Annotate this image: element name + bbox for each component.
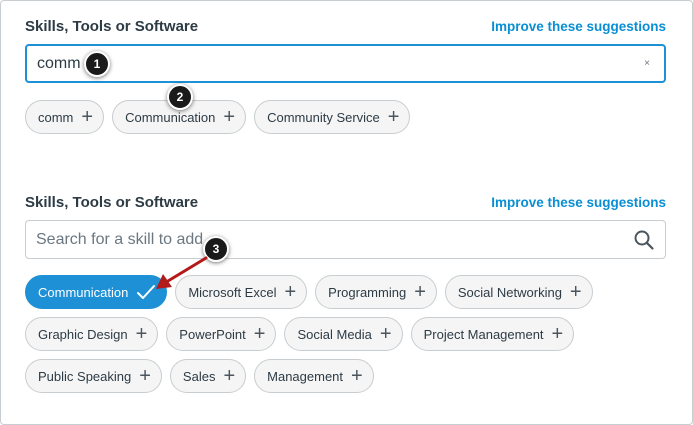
suggestion-chip[interactable]: Microsoft Excel + bbox=[175, 275, 308, 309]
plus-icon: + bbox=[81, 106, 94, 128]
plus-icon: + bbox=[569, 281, 582, 303]
suggestion-chip[interactable]: Public Speaking + bbox=[25, 359, 162, 393]
section-header: Skills, Tools or Software Improve these … bbox=[25, 15, 666, 37]
plus-icon: + bbox=[139, 365, 151, 387]
plus-icon: + bbox=[223, 106, 236, 128]
chip-label: Communication bbox=[125, 109, 216, 125]
plus-icon: + bbox=[223, 365, 236, 387]
improve-suggestions-link[interactable]: Improve these suggestions bbox=[491, 195, 666, 210]
skill-search-input[interactable] bbox=[36, 221, 633, 258]
suggestion-chip[interactable]: Community Service + bbox=[254, 100, 411, 134]
plus-icon: + bbox=[551, 323, 564, 345]
chip-label: Communication bbox=[38, 284, 129, 300]
suggestion-chip[interactable]: comm + bbox=[25, 100, 105, 134]
magnifier-icon[interactable] bbox=[633, 229, 655, 251]
plus-icon: + bbox=[135, 323, 148, 345]
suggestion-chip-list: Communication Microsoft Excel + Programm… bbox=[25, 275, 666, 393]
chip-label: Public Speaking bbox=[38, 368, 132, 384]
chip-label: Graphic Design bbox=[38, 326, 128, 342]
section-heading: Skills, Tools or Software bbox=[25, 193, 199, 211]
chip-label: Community Service bbox=[267, 109, 380, 125]
skills-section-selected: Skills, Tools or Software Improve these … bbox=[25, 191, 666, 393]
suggestion-chip[interactable]: Social Networking + bbox=[444, 275, 593, 309]
suggestion-chip-list: comm + Communication + Community Service… bbox=[25, 100, 666, 134]
suggestion-chip[interactable]: Management + bbox=[254, 359, 374, 393]
chip-label: Project Management bbox=[423, 326, 544, 342]
chip-label: Management bbox=[267, 368, 344, 384]
suggestion-chip[interactable]: Social Media + bbox=[284, 317, 403, 351]
suggestion-chip[interactable]: Sales + bbox=[169, 359, 247, 393]
section-heading: Skills, Tools or Software bbox=[25, 17, 199, 35]
suggestion-chip[interactable]: PowerPoint + bbox=[166, 317, 277, 351]
plus-icon: + bbox=[414, 281, 426, 303]
checkmark-icon bbox=[137, 285, 156, 299]
callout-marker: 3 bbox=[203, 236, 229, 262]
chip-label: Sales bbox=[182, 368, 216, 384]
skills-section-active: Skills, Tools or Software Improve these … bbox=[25, 15, 666, 134]
chip-label: comm bbox=[38, 109, 74, 125]
plus-icon: + bbox=[387, 106, 400, 128]
plus-icon: + bbox=[284, 281, 297, 303]
skill-search-input[interactable] bbox=[37, 46, 641, 81]
improve-suggestions-link[interactable]: Improve these suggestions bbox=[491, 19, 666, 34]
close-icon[interactable]: × bbox=[640, 54, 654, 73]
chip-label: Social Media bbox=[297, 326, 372, 342]
skill-search-box: × bbox=[25, 44, 666, 83]
plus-icon: + bbox=[253, 323, 266, 345]
chip-label: Programming bbox=[328, 284, 407, 300]
skill-search-box bbox=[25, 220, 666, 259]
chip-label: PowerPoint bbox=[179, 326, 246, 342]
suggestion-chip[interactable]: Programming + bbox=[315, 275, 437, 309]
suggestion-chip[interactable]: Graphic Design + bbox=[25, 317, 159, 351]
callout-marker: 1 bbox=[84, 51, 110, 77]
plus-icon: + bbox=[379, 323, 392, 345]
chip-label: Social Networking bbox=[457, 284, 562, 300]
chip-label: Microsoft Excel bbox=[188, 284, 277, 300]
section-header: Skills, Tools or Software Improve these … bbox=[25, 191, 666, 213]
suggestion-chip-selected[interactable]: Communication bbox=[25, 275, 168, 309]
suggestion-chip[interactable]: Project Management + bbox=[410, 317, 575, 351]
callout-marker: 2 bbox=[167, 84, 193, 110]
plus-icon: + bbox=[351, 365, 363, 387]
